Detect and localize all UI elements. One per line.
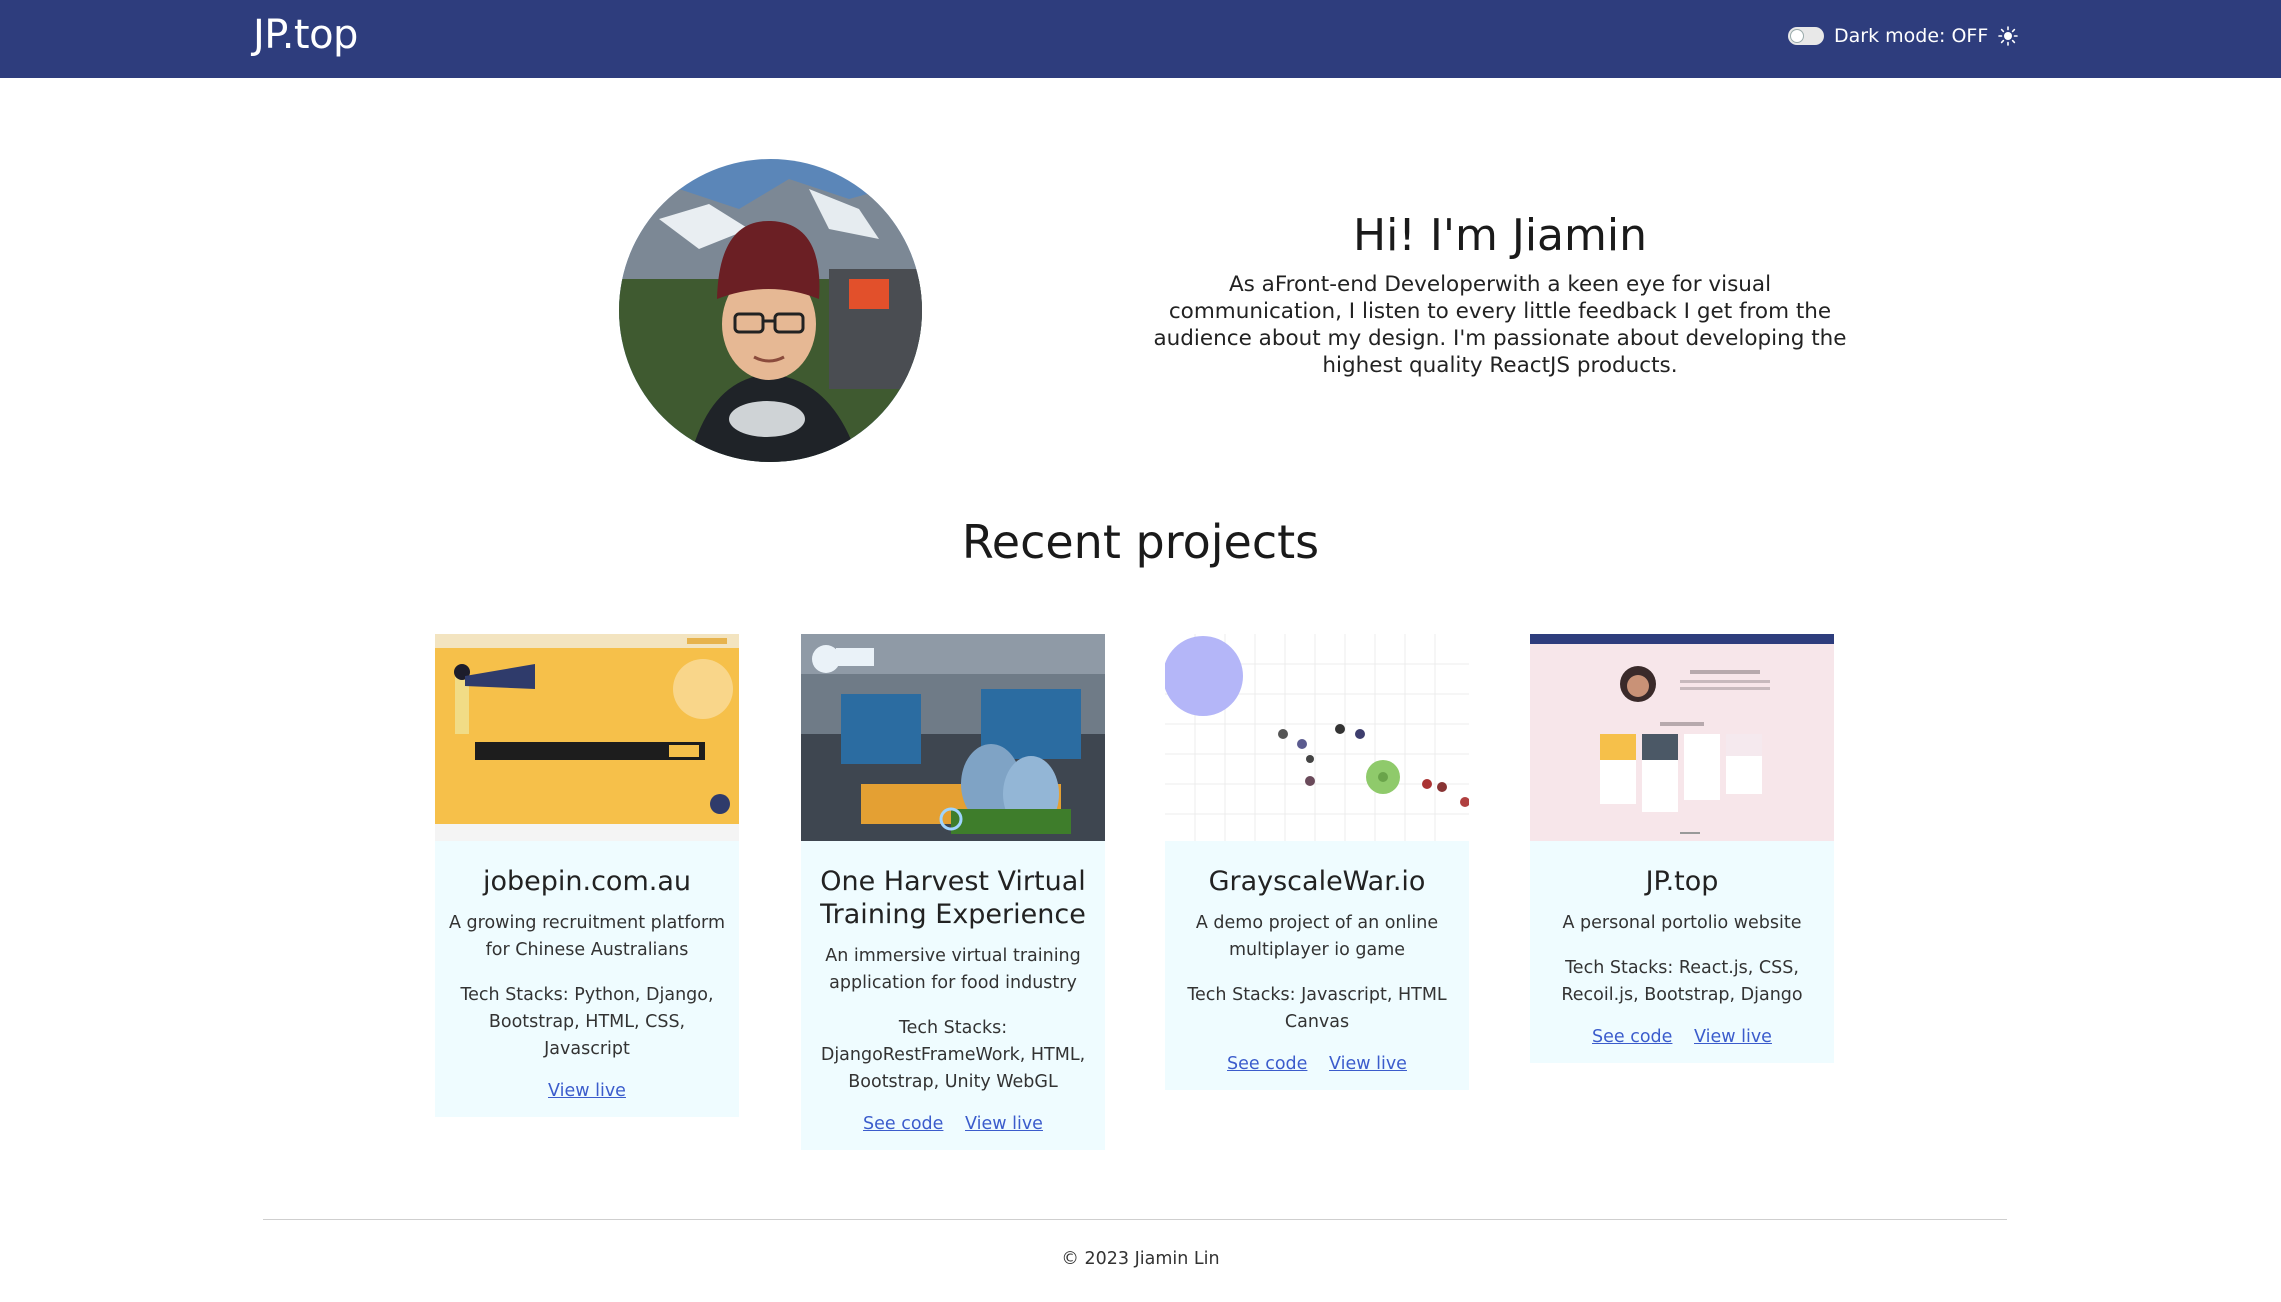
project-links: See code View live (1544, 1027, 1820, 1047)
project-card-jobepin: jobepin.com.au A growing recruitment pla… (435, 634, 739, 1117)
dark-mode-toggle[interactable] (1788, 27, 1824, 45)
dark-mode-label: Dark mode: OFF (1834, 25, 1989, 47)
project-links: See code View live (815, 1114, 1091, 1134)
project-description: A growing recruitment platform for Chine… (449, 913, 725, 960)
project-links: View live (449, 1081, 725, 1101)
hero-description: As aFront-end Developerwith a keen eye f… (1153, 272, 1847, 378)
project-tech-stack: Tech Stacks: DjangoRestFrameWork, HTML, … (820, 1018, 1086, 1092)
see-code-link[interactable]: See code (1227, 1054, 1307, 1074)
view-live-link[interactable]: View live (1329, 1054, 1407, 1074)
project-thumbnail[interactable] (1530, 634, 1834, 841)
project-description: An immersive virtual training applicatio… (825, 946, 1081, 993)
project-card-one-harvest: One Harvest Virtual Training Experience … (801, 634, 1105, 1150)
sun-icon (1998, 26, 2019, 46)
project-title: One Harvest Virtual Training Experience (820, 866, 1086, 930)
footer-divider (263, 1219, 2007, 1220)
project-title: JP.top (1645, 866, 1719, 897)
project-description: A personal portolio website (1562, 913, 1802, 933)
hero-intro: Hi! I'm Jiamin As aFront-end Developerwi… (1150, 210, 1850, 379)
see-code-link[interactable]: See code (863, 1114, 943, 1134)
project-thumbnail[interactable] (435, 634, 739, 841)
see-code-link[interactable]: See code (1592, 1027, 1672, 1047)
project-description: A demo project of an online multiplayer … (1195, 913, 1439, 960)
project-title: GrayscaleWar.io (1208, 866, 1426, 897)
view-live-link[interactable]: View live (548, 1081, 626, 1101)
project-tech-stack: Tech Stacks: React.js, CSS, Recoil.js, B… (1561, 958, 1803, 1005)
dark-mode-control[interactable]: Dark mode: OFF (1788, 24, 2019, 48)
hero-title: Hi! I'm Jiamin (1353, 210, 1647, 261)
project-tech-stack: Tech Stacks: Python, Django, Bootstrap, … (460, 985, 714, 1059)
project-card-jptop: JP.top A personal portolio website Tech … (1530, 634, 1834, 1063)
navbar: JP.top Dark mode: OFF (0, 0, 2281, 78)
project-tech-stack: Tech Stacks: Javascript, HTML Canvas (1187, 985, 1447, 1032)
project-links: See code View live (1179, 1054, 1455, 1074)
project-thumbnail[interactable] (801, 634, 1105, 841)
view-live-link[interactable]: View live (1694, 1027, 1772, 1047)
profile-photo (619, 159, 922, 462)
brand-logo[interactable]: JP.top (253, 12, 358, 58)
project-card-grayscalewar: GrayscaleWar.io A demo project of an onl… (1165, 634, 1469, 1090)
footer-copyright: © 2023 Jiamin Lin (1061, 1249, 1220, 1269)
project-thumbnail[interactable] (1165, 634, 1469, 841)
view-live-link[interactable]: View live (965, 1114, 1043, 1134)
section-title: Recent projects (961, 515, 1320, 569)
project-title: jobepin.com.au (482, 866, 691, 897)
